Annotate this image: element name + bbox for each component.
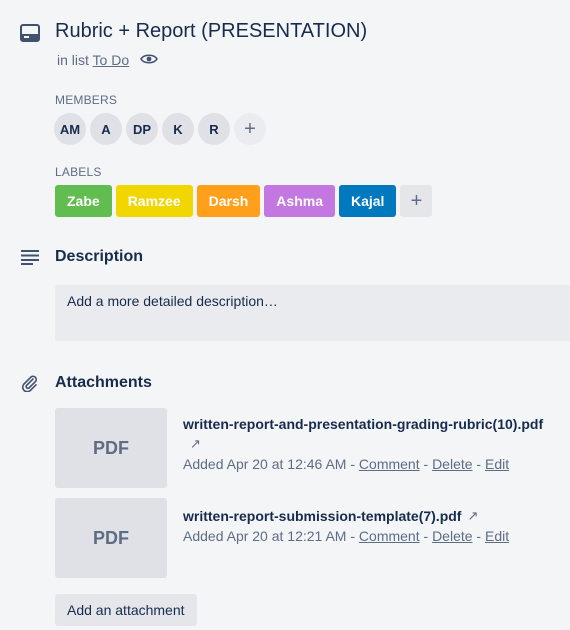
avatar[interactable]: AM — [54, 113, 86, 145]
card-icon — [20, 24, 40, 42]
paperclip-icon — [20, 374, 38, 392]
avatar[interactable]: DP — [126, 113, 158, 145]
attachment-meta: Added Apr 20 at 12:46 AM - Comment - Del… — [183, 456, 509, 472]
avatar[interactable]: R — [198, 113, 230, 145]
separator: - — [346, 528, 359, 544]
external-link-icon[interactable]: ↗ — [190, 436, 201, 452]
labels-list: Zabe Ramzee Darsh Ashma Kajal + — [55, 185, 433, 217]
separator: - — [419, 528, 433, 544]
plus-icon: + — [410, 189, 423, 212]
attachment-name[interactable]: written-report-submission-template(7).pd… — [183, 508, 461, 524]
attachment-name[interactable]: written-report-and-presentation-grading-… — [183, 416, 543, 432]
add-attachment-button[interactable]: Add an attachment — [55, 594, 197, 626]
separator: - — [346, 456, 359, 472]
avatar[interactable]: A — [90, 113, 122, 145]
attachment-thumbnail[interactable]: PDF — [55, 408, 167, 488]
members-heading: MEMBERS — [55, 93, 118, 107]
separator: - — [419, 456, 433, 472]
in-list-text: in list To Do — [57, 52, 129, 68]
labels-heading: LABELS — [55, 165, 102, 179]
members-list: AM A DP K R + — [54, 113, 266, 145]
in-list-prefix: in list — [57, 52, 89, 68]
attachment-name-row: written-report-submission-template(7).pd… — [183, 508, 478, 524]
label-chip[interactable]: Darsh — [196, 185, 261, 217]
description-input[interactable]: Add a more detailed description… — [55, 285, 570, 341]
avatar[interactable]: K — [162, 113, 194, 145]
label-chip[interactable]: Zabe — [55, 185, 112, 217]
label-chip[interactable]: Ramzee — [115, 185, 193, 217]
attachment-thumbnail[interactable]: PDF — [55, 498, 167, 578]
plus-icon: + — [244, 117, 256, 140]
eye-icon[interactable] — [140, 52, 158, 66]
add-member-button[interactable]: + — [234, 113, 266, 145]
add-label-button[interactable]: + — [400, 185, 433, 217]
description-heading: Description — [55, 248, 144, 265]
delete-link[interactable]: Delete — [432, 528, 472, 544]
description-lines-icon — [20, 249, 40, 265]
edit-link[interactable]: Edit — [485, 456, 509, 472]
label-chip[interactable]: Kajal — [338, 185, 397, 217]
external-link-icon[interactable]: ↗ — [467, 508, 478, 524]
edit-link[interactable]: Edit — [485, 528, 509, 544]
comment-link[interactable]: Comment — [359, 528, 420, 544]
comment-link[interactable]: Comment — [359, 456, 420, 472]
label-chip[interactable]: Ashma — [264, 185, 335, 217]
separator: - — [472, 456, 485, 472]
attachment-added: Added Apr 20 at 12:21 AM — [183, 528, 347, 544]
attachment-added: Added Apr 20 at 12:46 AM — [183, 456, 347, 472]
card-title[interactable]: Rubric + Report (PRESENTATION) — [55, 20, 367, 43]
attachment-meta: Added Apr 20 at 12:21 AM - Comment - Del… — [183, 528, 509, 544]
delete-link[interactable]: Delete — [432, 456, 472, 472]
separator: - — [472, 528, 485, 544]
attachments-heading: Attachments — [55, 374, 152, 391]
list-link[interactable]: To Do — [93, 52, 130, 68]
